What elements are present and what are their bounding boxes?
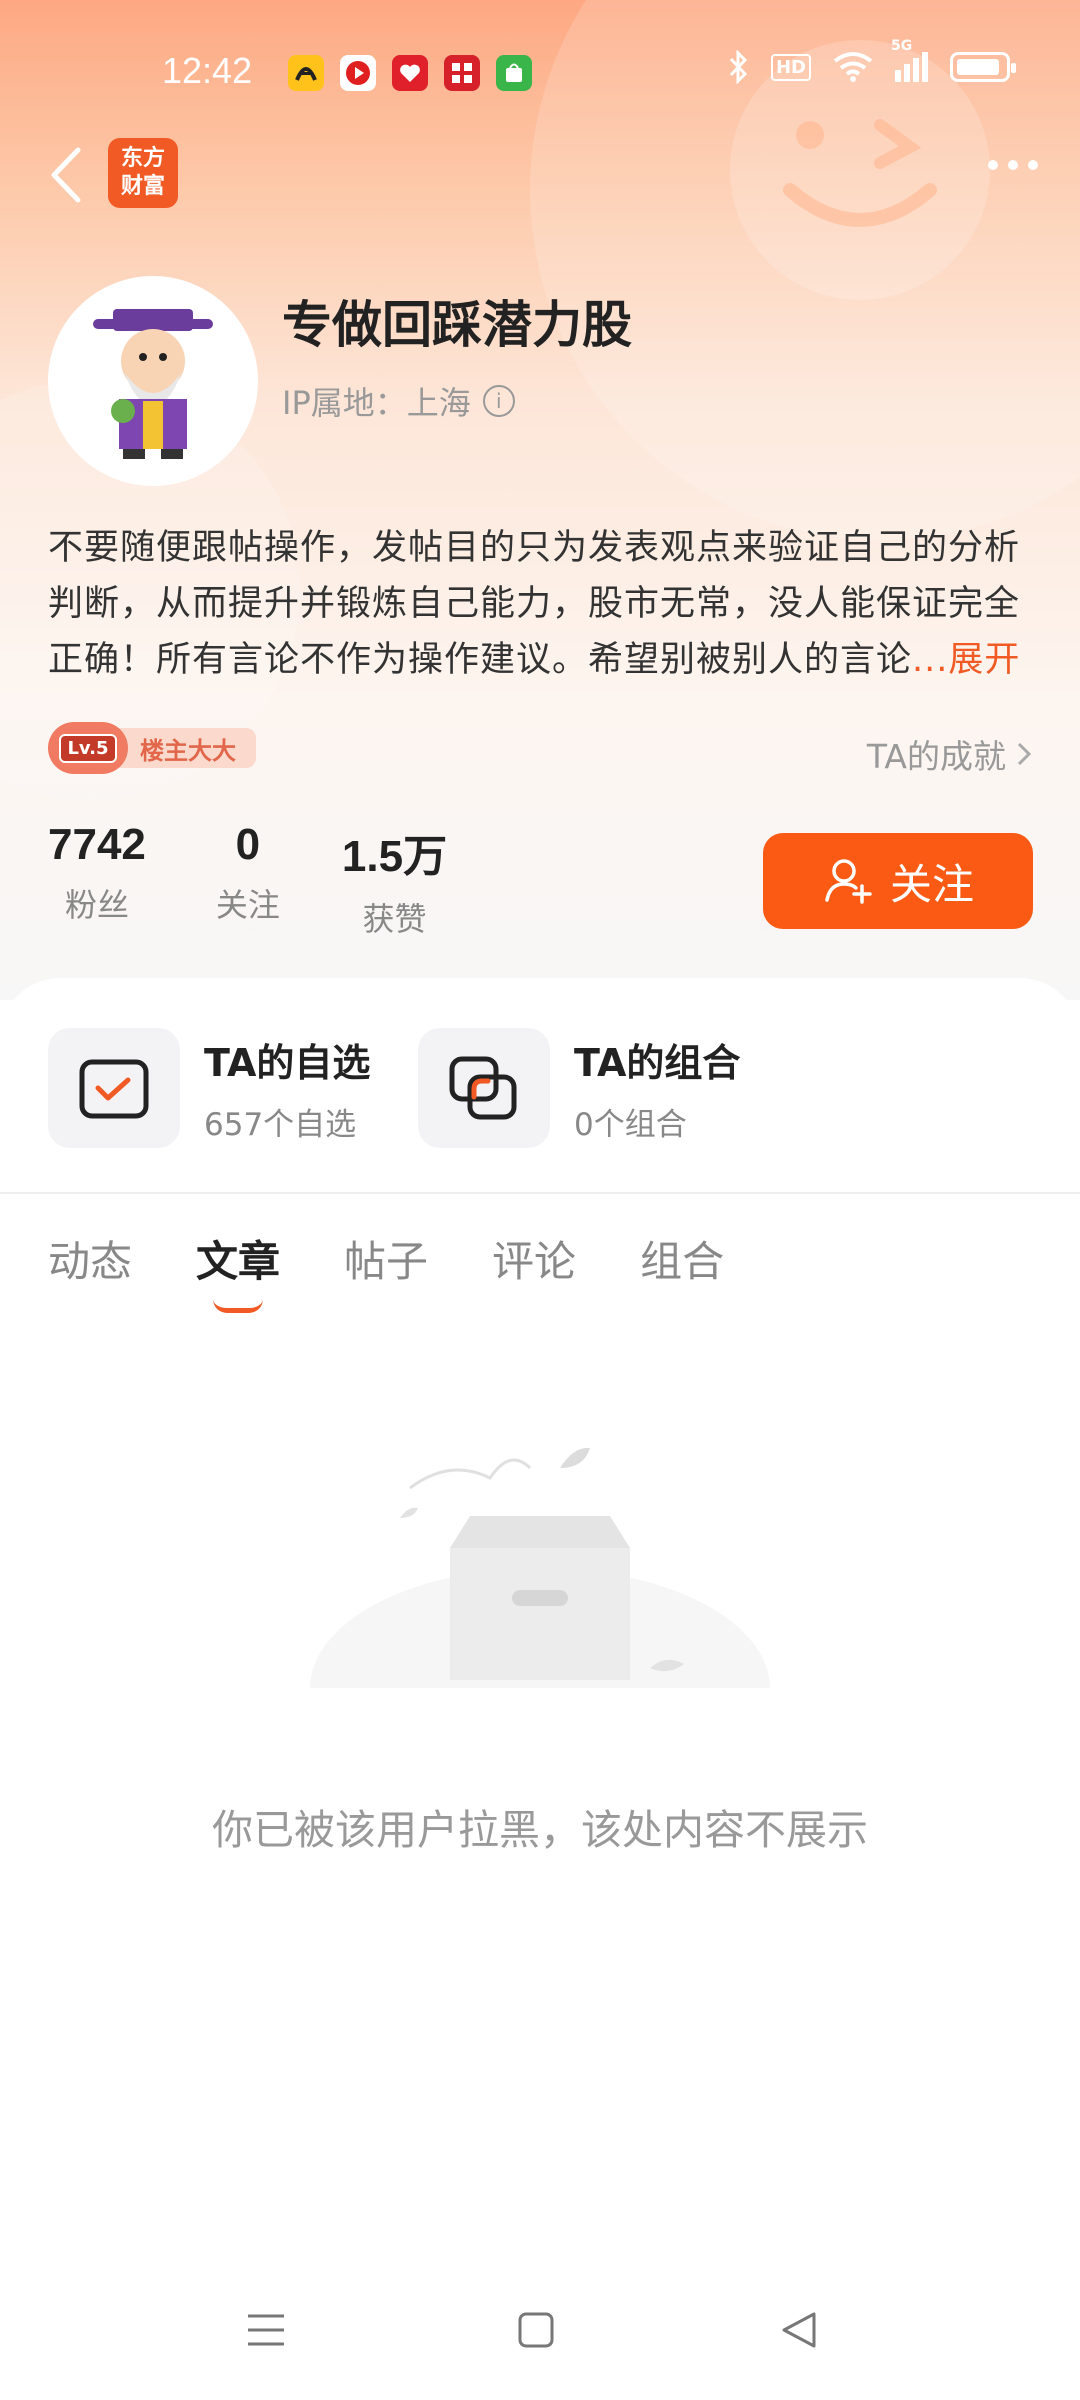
- content-tabs: 动态 文章 帖子 评论 组合: [48, 1228, 724, 1313]
- level-title: 楼主大大: [110, 728, 256, 768]
- heart-app-icon: [392, 55, 428, 91]
- more-dot: [988, 160, 998, 170]
- status-bar: 12:42 HD 5G: [0, 0, 1080, 140]
- content-card: TA的自选 657个自选 TA的组合 0个组合 动态 文章 帖子 评论 组合 你…: [0, 978, 1080, 2400]
- portfolio-icon: [418, 1028, 550, 1148]
- more-dot: [1008, 160, 1018, 170]
- status-time: 12:42: [162, 50, 253, 91]
- level-icon: Lv.5: [48, 722, 128, 774]
- back-nav-button[interactable]: [780, 2310, 820, 2354]
- tab-dynamics[interactable]: 动态: [48, 1228, 132, 1289]
- ip-location: IP属地：上海 i: [282, 378, 515, 424]
- achievements-link[interactable]: TA的成就: [867, 730, 1032, 778]
- profile-stats: 7742 粉丝 0 关注 1.5万 获赞: [48, 820, 517, 940]
- video-app-icon: [340, 55, 376, 91]
- app-logo: 东方 财富: [108, 138, 178, 208]
- tab-articles[interactable]: 文章: [196, 1228, 281, 1313]
- back-button[interactable]: [42, 140, 92, 210]
- triangle-back-icon: [782, 2312, 816, 2348]
- more-dot: [1028, 160, 1038, 170]
- chevron-right-icon: [1017, 742, 1032, 766]
- watchlist-count: 657个自选: [204, 1107, 357, 1143]
- portfolio-link[interactable]: TA的组合 0个组合: [418, 1028, 740, 1148]
- add-user-icon: [825, 859, 872, 904]
- more-options-button[interactable]: [988, 160, 1038, 170]
- system-navigation-bar: [0, 2290, 1080, 2380]
- level-badge[interactable]: Lv.5 楼主大大: [48, 722, 256, 774]
- achievements-label: TA的成就: [866, 737, 1006, 776]
- bio-expand-link[interactable]: ...展开: [912, 640, 1020, 680]
- portfolio-count: 0个组合: [574, 1107, 687, 1143]
- system-status-icons: HD 5G: [727, 38, 1016, 84]
- stat-value: 7742: [48, 820, 146, 869]
- square-icon: [518, 2312, 554, 2348]
- stat-label: 粉丝: [64, 886, 129, 924]
- active-tab-indicator: [213, 1299, 264, 1313]
- tab-comments[interactable]: 评论: [492, 1228, 576, 1289]
- watchlist-link[interactable]: TA的自选 657个自选: [48, 1028, 370, 1148]
- hd-badge: HD: [770, 53, 811, 81]
- battery-icon: [950, 52, 1016, 82]
- wifi-icon: [833, 52, 873, 82]
- follow-button-label: 关注: [889, 860, 974, 908]
- bluetooth-icon: [729, 50, 748, 84]
- follow-button[interactable]: 关注: [763, 833, 1033, 929]
- bio-text: 不要随便跟帖操作，发帖目的只为发表观点来验证自己的分析判断，从而提升并锻炼自己能…: [48, 528, 1021, 680]
- stat-followers[interactable]: 7742 粉丝: [48, 820, 146, 940]
- tab-portfolios[interactable]: 组合: [640, 1228, 724, 1289]
- tab-posts[interactable]: 帖子: [344, 1228, 428, 1289]
- stat-label: 获赞: [362, 900, 427, 938]
- stat-value: 1.5万: [341, 832, 448, 881]
- pattern-app-icon: [444, 55, 480, 91]
- username: 专做回踩潜力股: [282, 296, 632, 354]
- notification-app-icon: [288, 55, 324, 91]
- shopping-app-icon: [496, 55, 532, 91]
- info-icon[interactable]: i: [482, 385, 515, 417]
- portfolio-title: TA的组合: [574, 1041, 741, 1085]
- ip-location-text: IP属地：上海: [282, 384, 471, 422]
- tab-articles-label: 文章: [196, 1237, 281, 1286]
- logo-text-line2: 财富: [120, 174, 165, 199]
- stat-value: 0: [235, 820, 261, 869]
- watchlist-title: TA的自选: [204, 1041, 371, 1085]
- stat-following[interactable]: 0 关注: [216, 820, 280, 940]
- watchlist-icon: [48, 1028, 180, 1148]
- avatar-image: [93, 309, 213, 459]
- empty-box-illustration: [300, 1438, 780, 1808]
- menu-nav-button[interactable]: [246, 2310, 286, 2354]
- home-nav-button[interactable]: [516, 2310, 556, 2354]
- blocked-message: 你已被该用户拉黑，该处内容不展示: [212, 1806, 868, 1854]
- section-divider: [0, 1192, 1080, 1194]
- avatar[interactable]: [48, 276, 258, 486]
- stat-label: 关注: [215, 886, 280, 924]
- stat-likes: 1.5万 获赞: [342, 820, 447, 940]
- level-text: Lv.5: [59, 733, 117, 763]
- chevron-left-icon: [51, 147, 81, 203]
- network-type: 5G: [891, 38, 913, 54]
- signal-icon: 5G: [891, 38, 928, 82]
- logo-text-line1: 东方: [120, 146, 165, 171]
- menu-icon: [248, 2314, 284, 2346]
- user-bio: 不要随便跟帖操作，发帖目的只为发表观点来验证自己的分析判断，从而提升并锻炼自己能…: [48, 520, 1038, 688]
